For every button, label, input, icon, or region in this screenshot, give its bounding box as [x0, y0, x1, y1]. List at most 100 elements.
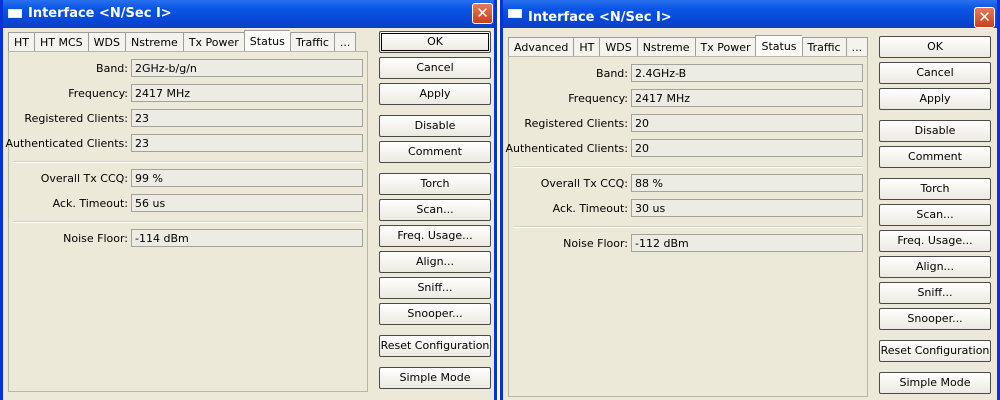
overall-tx-ccq-label: Overall Tx CCQ: — [540, 177, 628, 190]
window-icon — [508, 9, 522, 18]
authenticated-clients-label: Authenticated Clients: — [5, 137, 128, 150]
align-button[interactable]: Align... — [879, 256, 991, 278]
freq-usage-button[interactable]: Freq. Usage... — [379, 225, 491, 247]
registered-clients-label: Registered Clients: — [524, 117, 628, 130]
comment-button[interactable]: Comment — [879, 146, 991, 168]
band-label: Band: — [596, 67, 628, 80]
reset-configuration-button[interactable]: Reset Configuration — [379, 335, 491, 357]
overall-tx-ccq-label: Overall Tx CCQ: — [40, 172, 128, 185]
noise-floor-label: Noise Floor: — [563, 237, 628, 250]
noise-floor-value: -112 dBm — [631, 234, 863, 252]
band-value: 2.4GHz-B — [631, 64, 863, 82]
registered-clients-row: Registered Clients: 20 — [509, 114, 867, 134]
ok-button[interactable]: OK — [379, 31, 491, 53]
disable-button[interactable]: Disable — [379, 115, 491, 137]
tab-wds[interactable]: WDS — [87, 32, 125, 52]
torch-button[interactable]: Torch — [379, 173, 491, 195]
ack-timeout-row: Ack. Timeout: 30 us — [509, 199, 867, 219]
title-bar[interactable]: Interface <N/Sec I> ✕ — [503, 0, 997, 28]
authenticated-clients-row: Authenticated Clients: 23 — [5, 134, 367, 154]
overall-tx-ccq-value: 99 % — [131, 169, 363, 187]
tab-status[interactable]: Status — [755, 35, 802, 57]
torch-button[interactable]: Torch — [879, 178, 991, 200]
sniff-button[interactable]: Sniff... — [379, 277, 491, 299]
band-row: Band: 2GHz-b/g/n — [9, 59, 367, 79]
authenticated-clients-row: Authenticated Clients: 20 — [505, 139, 867, 159]
sniff-button[interactable]: Sniff... — [879, 282, 991, 304]
overall-tx-ccq-row: Overall Tx CCQ: 88 % — [509, 174, 867, 194]
align-button[interactable]: Align... — [379, 251, 491, 273]
noise-floor-row: Noise Floor: -112 dBm — [509, 234, 867, 254]
ack-timeout-label: Ack. Timeout: — [52, 197, 128, 210]
frequency-value: 2417 MHz — [631, 89, 863, 107]
tab-wds[interactable]: WDS — [599, 37, 637, 57]
scan-button[interactable]: Scan... — [879, 204, 991, 226]
noise-floor-row: Noise Floor: -114 dBm — [9, 229, 367, 249]
tab-more[interactable]: ... — [333, 32, 357, 52]
tab-traffic[interactable]: Traffic — [289, 32, 334, 52]
tab-traffic[interactable]: Traffic — [801, 37, 846, 57]
window-icon — [8, 9, 22, 18]
ack-timeout-value: 30 us — [631, 199, 863, 217]
scan-button[interactable]: Scan... — [379, 199, 491, 221]
authenticated-clients-value: 23 — [131, 134, 363, 152]
frequency-row: Frequency: 2417 MHz — [9, 84, 367, 104]
authenticated-clients-label: Authenticated Clients: — [505, 142, 628, 155]
registered-clients-value: 20 — [631, 114, 863, 132]
apply-button[interactable]: Apply — [379, 83, 491, 105]
tab-ht[interactable]: HT — [8, 32, 34, 52]
tab-more[interactable]: ... — [845, 37, 869, 57]
close-button[interactable]: ✕ — [974, 7, 995, 28]
cancel-button[interactable]: Cancel — [879, 62, 991, 84]
tab-ht[interactable]: HT — [573, 37, 600, 57]
window-title: Interface <N/Sec I> — [28, 6, 172, 21]
snooper-button[interactable]: Snooper... — [879, 308, 991, 330]
band-row: Band: 2.4GHz-B — [509, 64, 867, 84]
band-value: 2GHz-b/g/n — [131, 59, 363, 77]
frequency-row: Frequency: 2417 MHz — [509, 89, 867, 109]
tab-nstreme[interactable]: Nstreme — [636, 37, 695, 57]
tab-tx-power[interactable]: Tx Power — [694, 37, 756, 57]
overall-tx-ccq-row: Overall Tx CCQ: 99 % — [9, 169, 367, 189]
authenticated-clients-value: 20 — [631, 139, 863, 157]
separator — [513, 166, 863, 168]
tab-status[interactable]: Status — [243, 30, 290, 52]
frequency-value: 2417 MHz — [131, 84, 363, 102]
cancel-button[interactable]: Cancel — [379, 57, 491, 79]
ok-button[interactable]: OK — [879, 36, 991, 58]
simple-mode-button[interactable]: Simple Mode — [879, 372, 991, 394]
frequency-label: Frequency: — [568, 92, 628, 105]
comment-button[interactable]: Comment — [379, 141, 491, 163]
window-title: Interface <N/Sec I> — [528, 10, 672, 25]
status-panel: Band: 2GHz-b/g/n Frequency: 2417 MHz Reg… — [5, 51, 368, 392]
registered-clients-label: Registered Clients: — [24, 112, 128, 125]
separator — [13, 221, 363, 223]
ack-timeout-row: Ack. Timeout: 56 us — [9, 194, 367, 214]
simple-mode-button[interactable]: Simple Mode — [379, 367, 491, 389]
status-panel: Band: 2.4GHz-B Frequency: 2417 MHz Regis… — [505, 56, 868, 397]
overall-tx-ccq-value: 88 % — [631, 174, 863, 192]
registered-clients-value: 23 — [131, 109, 363, 127]
reset-configuration-button[interactable]: Reset Configuration — [879, 340, 991, 362]
disable-button[interactable]: Disable — [879, 120, 991, 142]
tab-strip: Advanced HT WDS Nstreme Tx Power Status … — [508, 35, 869, 57]
frequency-label: Frequency: — [68, 87, 128, 100]
close-button[interactable]: ✕ — [472, 3, 493, 24]
ack-timeout-label: Ack. Timeout: — [552, 202, 628, 215]
registered-clients-row: Registered Clients: 23 — [9, 109, 367, 129]
tab-tx-power[interactable]: Tx Power — [182, 32, 244, 52]
tab-ht-mcs[interactable]: HT MCS — [34, 32, 88, 52]
separator — [13, 161, 363, 163]
band-label: Band: — [96, 62, 128, 75]
freq-usage-button[interactable]: Freq. Usage... — [879, 230, 991, 252]
tab-nstreme[interactable]: Nstreme — [125, 32, 183, 52]
snooper-button[interactable]: Snooper... — [379, 303, 491, 325]
noise-floor-label: Noise Floor: — [63, 232, 128, 245]
interface-window-left: Interface <N/Sec I> ✕ HT HT MCS WDS Nstr… — [0, 0, 497, 400]
tab-advanced[interactable]: Advanced — [508, 37, 574, 57]
title-bar[interactable]: Interface <N/Sec I> ✕ — [3, 0, 494, 28]
separator — [513, 226, 863, 228]
apply-button[interactable]: Apply — [879, 88, 991, 110]
tab-strip: HT HT MCS WDS Nstreme Tx Power Status Tr… — [8, 30, 357, 52]
noise-floor-value: -114 dBm — [131, 229, 363, 247]
